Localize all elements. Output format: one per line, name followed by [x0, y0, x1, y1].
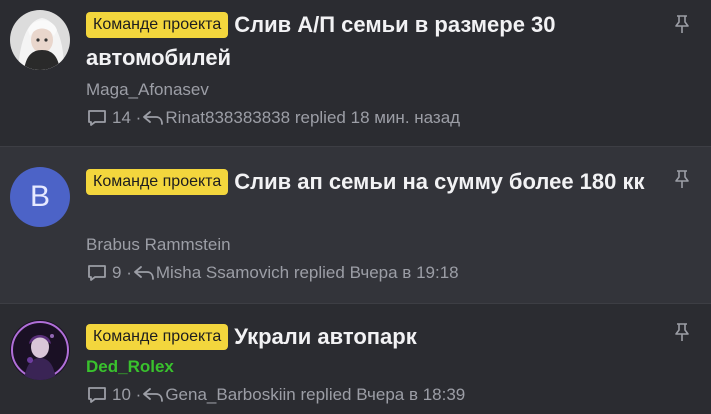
replied-word: replied — [294, 108, 346, 127]
separator-dot: · — [130, 385, 142, 404]
thread-title-block[interactable]: Команде проекта Слив А/П семьи в размере … — [86, 8, 651, 74]
pin-icon — [673, 14, 691, 39]
thread-item[interactable]: Команде проекта Слив А/П семьи в размере … — [0, 0, 711, 146]
reply-arrow-icon — [141, 109, 165, 127]
replied-word: replied — [293, 263, 345, 282]
comment-icon — [86, 263, 108, 283]
reply-count: 10 — [112, 385, 131, 404]
reply-arrow-icon — [132, 264, 156, 282]
avatar[interactable] — [10, 320, 70, 380]
pin-icon — [673, 169, 691, 194]
thread-meta: 10 · Gena_Barboskiin replied Вчера в 18:… — [86, 385, 465, 405]
last-reply-time[interactable]: 18 мин. назад — [351, 108, 460, 128]
thread-title-block[interactable]: Команде проекта Слив ап семьи на сумму бо… — [86, 165, 651, 198]
thread-title-block[interactable]: Команде проекта Украли автопарк — [86, 320, 651, 353]
avatar[interactable] — [10, 10, 70, 70]
thread-meta: 9 · Misha Ssamovich replied Вчера в 19:1… — [86, 263, 459, 283]
thread-item[interactable]: B Команде проекта Слив ап семьи на сумму … — [0, 147, 711, 303]
last-reply-time[interactable]: Вчера в 18:39 — [356, 385, 465, 405]
thread-title[interactable]: Слив ап семьи на сумму более 180 кк — [234, 169, 644, 194]
last-reply-time[interactable]: Вчера в 19:18 — [350, 263, 459, 283]
replied-word: replied — [300, 385, 352, 404]
prefix-label[interactable]: Команде проекта — [86, 12, 229, 38]
thread-item[interactable]: Команде проекта Украли автопарк Ded_Rolex… — [0, 304, 711, 414]
thread-author[interactable]: Brabus Rammstein — [86, 235, 231, 255]
separator-dot: · — [121, 263, 132, 282]
reply-count: 14 — [112, 108, 131, 127]
last-reply-user[interactable]: Rinat838383838 — [165, 108, 290, 128]
thread-author[interactable]: Ded_Rolex — [86, 357, 174, 377]
pin-icon — [673, 322, 691, 347]
reply-arrow-icon — [141, 386, 165, 404]
thread-title[interactable]: Украли автопарк — [234, 324, 417, 349]
comment-icon — [86, 385, 108, 405]
prefix-label[interactable]: Команде проекта — [86, 169, 229, 195]
prefix-label[interactable]: Команде проекта — [86, 324, 229, 350]
comment-icon — [86, 108, 108, 128]
reply-count: 9 — [112, 263, 122, 282]
thread-author[interactable]: Maga_Afonasev — [86, 80, 209, 100]
last-reply-user[interactable]: Gena_Barboskiin — [165, 385, 295, 405]
avatar[interactable]: B — [10, 167, 70, 227]
last-reply-user[interactable]: Misha Ssamovich — [156, 263, 289, 283]
thread-meta: 14 · Rinat838383838 replied 18 мин. наза… — [86, 108, 460, 128]
separator-dot: · — [130, 108, 142, 127]
